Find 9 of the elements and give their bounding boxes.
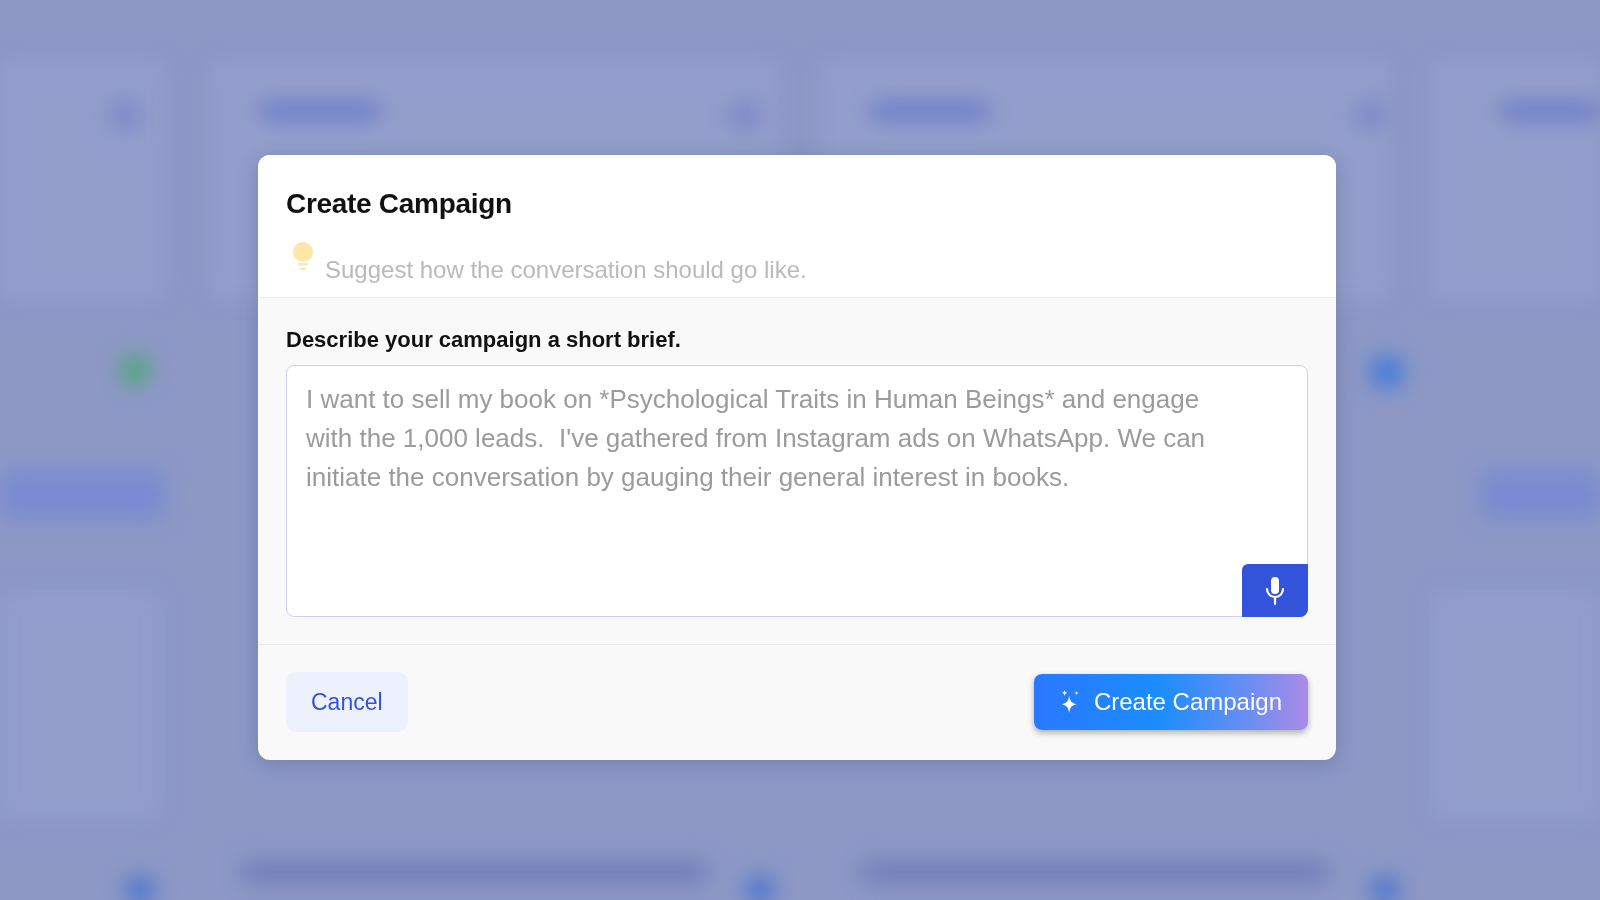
brief-field[interactable]: I want to sell my book on *Psychological Traits in Human Beings* and engage with the 1,000 leads. I've gathered from Instagram ads on WhatsApp. We can initiate the conversation by gauging their general interest in books. [286,365,1308,617]
microphone-button[interactable] [1242,564,1308,617]
cancel-button[interactable]: Cancel [286,672,408,732]
microphone-icon [1265,575,1285,606]
create-campaign-button[interactable]: Create Campaign [1033,674,1308,730]
lightbulb-icon [292,242,314,270]
brief-label: Describe your campaign a short brief. [286,327,681,353]
dialog-title: Create Campaign [286,187,512,221]
hint-text: Suggest how the conversation should go like. [325,255,807,285]
